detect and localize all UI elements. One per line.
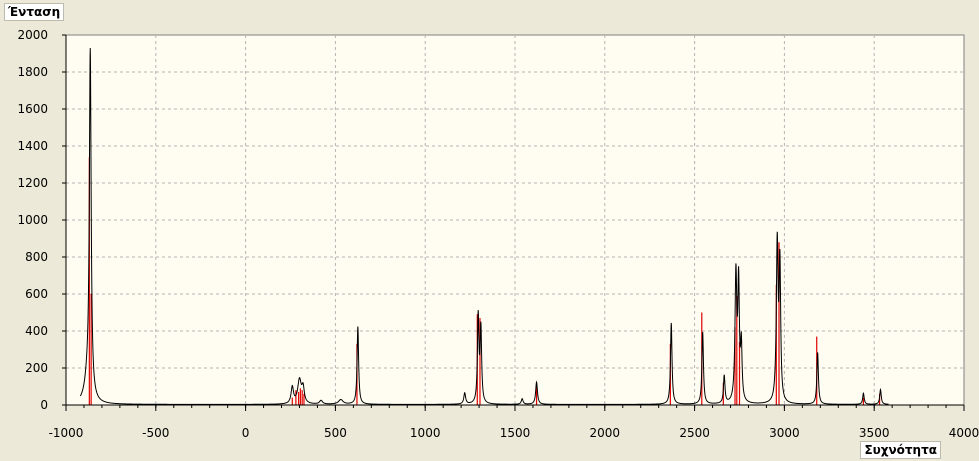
- y-tick-label: 2000: [17, 28, 48, 42]
- y-tick-label: 200: [25, 361, 48, 375]
- x-tick-label: 2500: [679, 426, 710, 440]
- x-tick-label: 3500: [859, 426, 890, 440]
- y-tick-label: 400: [25, 324, 48, 338]
- x-tick-label: -500: [142, 426, 169, 440]
- x-tick-label: 0: [242, 426, 250, 440]
- y-tick-label: 1000: [17, 213, 48, 227]
- x-tick-label: 3000: [769, 426, 800, 440]
- y-tick-label: 1200: [17, 176, 48, 190]
- x-tick-label: 4000: [949, 426, 979, 440]
- x-tick-label: -1000: [49, 426, 84, 440]
- y-tick-label: 1400: [17, 139, 48, 153]
- x-tick-label: 1500: [500, 426, 531, 440]
- y-tick-label: 600: [25, 287, 48, 301]
- y-tick-label: 0: [40, 398, 48, 412]
- y-tick-label: 1600: [17, 102, 48, 116]
- x-tick-label: 500: [324, 426, 347, 440]
- y-tick-label: 800: [25, 250, 48, 264]
- x-tick-label: 1000: [410, 426, 441, 440]
- y-tick-label: 1800: [17, 65, 48, 79]
- x-tick-label: 2000: [590, 426, 621, 440]
- spectrum-chart: -1000 -500 0 500 1000 1500 2000 2500 3000 3500 400…: [17, 28, 979, 440]
